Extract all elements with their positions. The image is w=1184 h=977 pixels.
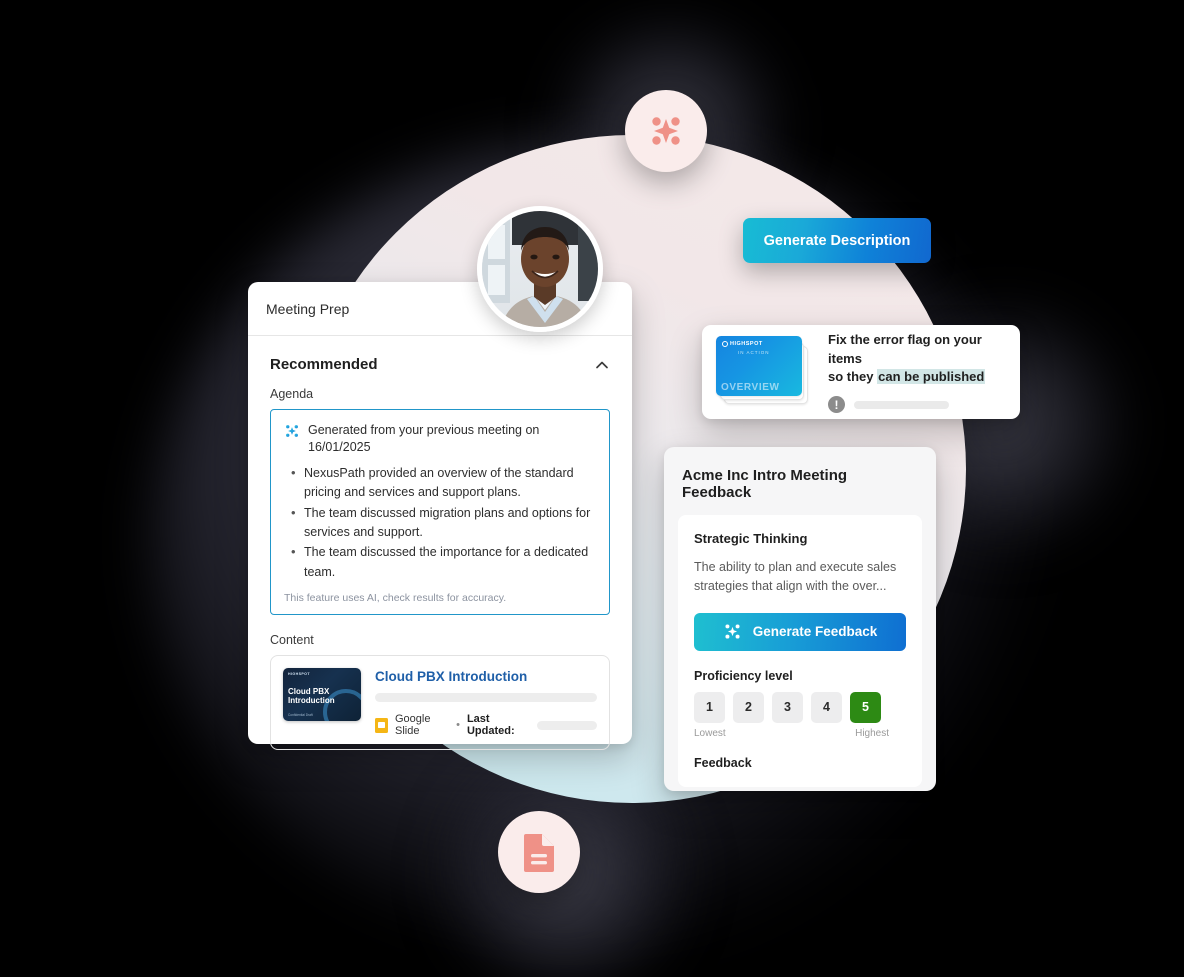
recommended-title: Recommended <box>270 356 378 373</box>
skill-name: Strategic Thinking <box>694 531 808 546</box>
ai-disclaimer: This feature uses AI, check results for … <box>284 592 507 604</box>
generate-feedback-button[interactable]: Generate Feedback <box>694 612 906 651</box>
content-item-title[interactable]: Cloud PBX Introduction <box>375 669 597 684</box>
feedback-section-label: Feedback <box>694 755 752 770</box>
list-item: The team discussed the importance for a … <box>290 542 596 582</box>
list-item: The team discussed migration plans and o… <box>290 503 596 543</box>
avatar <box>477 206 603 332</box>
ai-sparkle-icon <box>286 425 298 437</box>
ai-sparkle-icon <box>652 117 680 145</box>
thumbnail-caption: OVERVIEW <box>721 382 780 393</box>
agenda-label: Agenda <box>270 387 314 401</box>
content-item-card[interactable]: HIGHSPOT Cloud PBX Introduction Confident… <box>270 655 610 750</box>
meeting-prep-panel: Meeting Prep Recommended Agenda Generate… <box>248 282 632 750</box>
feedback-card-inner: Strategic Thinking The ability to plan a… <box>678 515 922 787</box>
error-status-row: ! <box>828 396 1002 414</box>
highspot-logo: HIGHSPOT <box>722 341 763 347</box>
feedback-card-title: Acme Inc Intro Meeting Feedback <box>682 467 848 501</box>
chevron-up-icon[interactable] <box>594 357 610 373</box>
agenda-bullet-list: NexusPath provided an overview of the st… <box>290 463 596 582</box>
error-headline-highlight: can be published <box>877 369 986 385</box>
content-meta: Cloud PBX Introduction Google Slide • La… <box>375 668 597 737</box>
error-card-body: Fix the error flag on your items so they… <box>828 331 1002 414</box>
last-updated-label: Last Updated: <box>466 713 515 737</box>
content-stack-thumbnail: HIGHSPOT IN ACTION OVERVIEW <box>716 336 812 408</box>
highspot-mark-icon <box>722 341 728 347</box>
error-placeholder-bar <box>854 400 949 409</box>
proficiency-legend: Lowest Highest <box>694 728 889 739</box>
proficiency-option-4[interactable]: 4 <box>811 691 842 723</box>
content-meta-row: Google Slide • Last Updated: <box>375 713 597 737</box>
floating-document-badge <box>498 811 580 893</box>
generate-feedback-label: Generate Feedback <box>752 624 878 640</box>
agenda-generated-row: Generated from your previous meeting on … <box>284 422 596 456</box>
thumbnail-logo: HIGHSPOT <box>288 672 310 676</box>
separator-dot: • <box>456 719 460 731</box>
page-title: Meeting Prep <box>266 300 350 317</box>
proficiency-option-5[interactable]: 5 <box>850 691 881 723</box>
proficiency-option-1[interactable]: 1 <box>694 691 725 723</box>
highspot-wordmark: HIGHSPOT <box>730 341 763 347</box>
ai-sparkle-icon <box>725 624 740 639</box>
content-label: Content <box>270 633 314 647</box>
content-thumbnail: HIGHSPOT Cloud PBX Introduction Confident… <box>283 668 361 721</box>
file-type-label: Google Slide <box>395 713 431 737</box>
agenda-box: Generated from your previous meeting on … <box>270 409 610 615</box>
error-headline: Fix the error flag on your items so they… <box>828 331 1002 388</box>
error-headline-prefix: so they <box>828 369 878 385</box>
error-flag-notification-card: HIGHSPOT IN ACTION OVERVIEW Fix the erro… <box>702 325 1020 419</box>
last-updated-placeholder-bar <box>536 720 597 730</box>
proficiency-scale[interactable]: 1 2 3 4 5 <box>694 691 906 723</box>
thumbnail-subtitle: Confidential Draft <box>288 713 313 717</box>
meeting-prep-body: Recommended Agenda Generated from your p… <box>248 336 632 750</box>
floating-sparkle-badge <box>625 90 707 172</box>
thumbnail-title: Cloud PBX Introduction <box>288 687 335 705</box>
skill-description: The ability to plan and execute sales st… <box>694 560 897 594</box>
legend-highest: Highest <box>855 727 889 739</box>
error-headline-line1: Fix the error flag on your items <box>828 331 982 366</box>
recommended-section-header[interactable]: Recommended <box>270 352 610 387</box>
agenda-generated-text: Generated from your previous meeting on … <box>308 423 540 454</box>
google-slides-icon <box>375 717 388 733</box>
thumbnail-tagline: IN ACTION <box>738 350 770 355</box>
exclamation-circle-icon: ! <box>828 396 845 414</box>
proficiency-option-2[interactable]: 2 <box>733 691 764 723</box>
content-placeholder-bar <box>375 693 597 702</box>
legend-lowest: Lowest <box>694 727 726 739</box>
list-item: NexusPath provided an overview of the st… <box>290 463 596 503</box>
document-icon <box>524 834 554 872</box>
scene-root: Meeting Prep Recommended Agenda Generate… <box>0 0 1184 977</box>
meeting-feedback-card: Acme Inc Intro Meeting Feedback Strategi… <box>664 447 936 791</box>
proficiency-option-3[interactable]: 3 <box>772 691 803 723</box>
generate-description-button[interactable]: Generate Description <box>743 218 931 263</box>
stack-sheet-front: HIGHSPOT IN ACTION OVERVIEW <box>716 336 802 396</box>
proficiency-label: Proficiency level <box>694 668 793 683</box>
